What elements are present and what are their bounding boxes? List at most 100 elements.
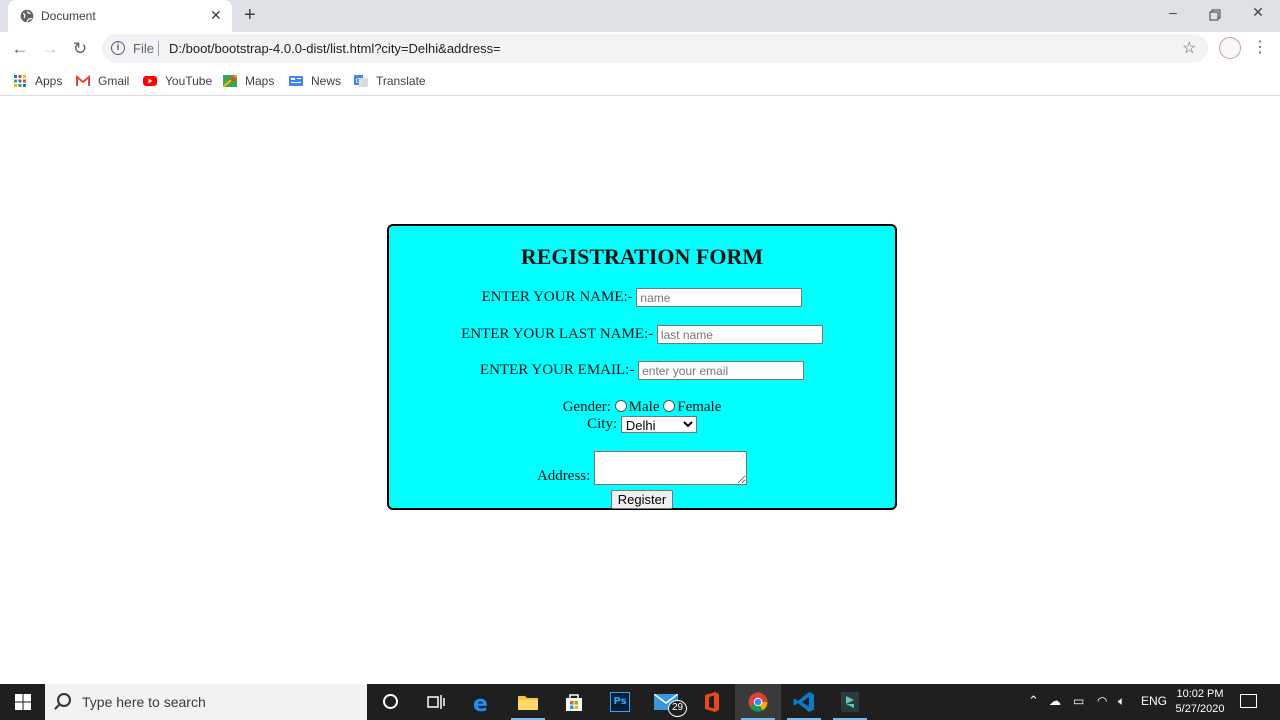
tab-close-icon[interactable]: ✕ bbox=[210, 7, 222, 24]
taskbar-mail[interactable]: 29 bbox=[643, 684, 689, 720]
female-radio[interactable] bbox=[663, 400, 676, 412]
name-label: ENTER YOUR NAME:- bbox=[481, 288, 633, 305]
lastname-row: ENTER YOUR LAST NAME:- bbox=[389, 325, 895, 344]
search-placeholder: Type here to search bbox=[82, 694, 206, 710]
city-row: City: Delhi bbox=[389, 416, 895, 434]
male-radio[interactable] bbox=[614, 400, 627, 412]
bookmark-label: News bbox=[311, 74, 342, 88]
translate-icon: G bbox=[354, 75, 368, 87]
tray-chevron-up-icon[interactable]: ⌃ bbox=[1028, 693, 1039, 709]
address-label: Address: bbox=[536, 468, 591, 484]
youtube-icon bbox=[143, 76, 157, 86]
task-view-icon bbox=[427, 695, 445, 709]
register-row: Register bbox=[389, 490, 895, 509]
restore-button[interactable] bbox=[1192, 4, 1238, 28]
bookmark-apps[interactable]: Apps bbox=[13, 71, 62, 91]
gmail-icon bbox=[76, 75, 90, 86]
email-input[interactable] bbox=[638, 361, 805, 380]
language-indicator[interactable]: ENG bbox=[1141, 694, 1167, 708]
taskbar-office[interactable] bbox=[689, 684, 735, 720]
filmora-icon bbox=[841, 692, 859, 712]
lastname-label: ENTER YOUR LAST NAME:- bbox=[461, 325, 654, 342]
address-row: Address: bbox=[389, 451, 895, 485]
bookmark-star-icon[interactable]: ☆ bbox=[1182, 38, 1196, 58]
registration-form: REGISTRATION FORM ENTER YOUR NAME:- ENTE… bbox=[387, 224, 897, 510]
lastname-input[interactable] bbox=[656, 325, 823, 344]
svg-text:G: G bbox=[356, 77, 361, 85]
forward-arrow-icon[interactable]: → bbox=[38, 38, 62, 60]
bookmarks-bar: Apps Gmail YouTube Maps News G Translate bbox=[0, 66, 1280, 96]
wifi-icon[interactable]: ◠ bbox=[1097, 694, 1107, 708]
restore-icon bbox=[1209, 9, 1221, 21]
tab-document[interactable]: Document ✕ bbox=[8, 0, 232, 32]
taskbar-chrome[interactable] bbox=[735, 684, 781, 720]
mail-badge: 29 bbox=[668, 700, 687, 717]
address-bar[interactable]: i File D:/boot/bootstrap-4.0.0-dist/list… bbox=[102, 34, 1208, 63]
omnibox-separator bbox=[158, 41, 159, 56]
volume-icon[interactable]: 🔈︎ bbox=[1118, 694, 1125, 709]
folder-icon bbox=[518, 696, 538, 710]
minimize-button[interactable]: – bbox=[1150, 4, 1196, 28]
city-label: City: bbox=[587, 416, 618, 432]
cortana-button[interactable] bbox=[367, 684, 413, 720]
taskbar-photoshop[interactable]: Ps bbox=[597, 684, 643, 720]
address-textarea[interactable] bbox=[594, 451, 748, 485]
scheme-label: File bbox=[133, 41, 154, 56]
bookmark-label: YouTube bbox=[165, 74, 213, 88]
cortana-circle-icon bbox=[383, 694, 398, 709]
tab-strip: Document ✕ + – ✕ bbox=[0, 0, 1280, 32]
info-icon[interactable]: i bbox=[111, 41, 125, 55]
bookmark-youtube[interactable]: YouTube bbox=[143, 71, 212, 91]
taskbar-store[interactable] bbox=[551, 684, 597, 720]
more-menu-icon[interactable]: ⋮ bbox=[1252, 37, 1268, 57]
male-label: Male bbox=[628, 399, 660, 415]
bookmark-label: Apps bbox=[35, 74, 63, 88]
form-title: REGISTRATION FORM bbox=[520, 244, 764, 269]
close-window-button[interactable]: ✕ bbox=[1235, 4, 1280, 28]
bookmark-maps[interactable]: Maps bbox=[223, 71, 274, 91]
bookmark-label: Gmail bbox=[98, 74, 130, 88]
register-button[interactable]: Register bbox=[610, 490, 674, 509]
windows-taskbar: Type here to search e Ps 29 ⌃ ☁ ▭ ◠ 🔈︎ E… bbox=[0, 684, 1280, 720]
female-label: Female bbox=[677, 399, 722, 415]
office-icon bbox=[705, 692, 719, 712]
taskbar-vscode[interactable] bbox=[781, 684, 827, 720]
store-bag-icon bbox=[566, 694, 582, 711]
apps-grid-icon bbox=[14, 75, 26, 87]
browser-toolbar: ← → ↻ i File D:/boot/bootstrap-4.0.0-dis… bbox=[0, 32, 1280, 66]
taskbar-clock[interactable]: 10:02 PM 5/27/2020 bbox=[1170, 687, 1230, 717]
tab-title: Document bbox=[41, 9, 96, 23]
clock-time: 10:02 PM bbox=[1176, 688, 1224, 700]
bookmark-label: Translate bbox=[376, 74, 426, 88]
page-content: REGISTRATION FORM ENTER YOUR NAME:- ENTE… bbox=[0, 97, 1280, 684]
taskbar-edge[interactable]: e bbox=[459, 684, 505, 720]
battery-icon[interactable]: ▭ bbox=[1073, 694, 1084, 708]
task-view-button[interactable] bbox=[413, 684, 459, 720]
maps-icon bbox=[223, 75, 237, 87]
bookmark-news[interactable]: News bbox=[289, 71, 341, 91]
onedrive-icon[interactable]: ☁ bbox=[1049, 694, 1061, 708]
reload-icon[interactable]: ↻ bbox=[68, 38, 92, 60]
new-tab-button[interactable]: + bbox=[244, 4, 256, 27]
taskbar-search-box[interactable]: Type here to search bbox=[45, 684, 367, 720]
extension-icon[interactable] bbox=[1219, 37, 1241, 59]
taskbar-sublime[interactable] bbox=[827, 684, 873, 720]
globe-icon bbox=[20, 9, 34, 23]
chrome-icon bbox=[748, 692, 768, 712]
gender-row: Gender: Male Female bbox=[389, 399, 895, 416]
clock-date: 5/27/2020 bbox=[1175, 703, 1225, 715]
bookmark-gmail[interactable]: Gmail bbox=[76, 71, 129, 91]
city-select[interactable]: Delhi bbox=[620, 416, 697, 434]
start-button[interactable] bbox=[0, 684, 45, 720]
email-row: ENTER YOUR EMAIL:- bbox=[389, 361, 895, 380]
windows-logo-icon bbox=[15, 694, 31, 710]
bookmark-label: Maps bbox=[245, 74, 275, 88]
action-center-icon[interactable] bbox=[1240, 694, 1257, 708]
name-input[interactable] bbox=[636, 288, 803, 307]
vscode-icon bbox=[793, 692, 814, 712]
taskbar-file-explorer[interactable] bbox=[505, 684, 551, 720]
back-arrow-icon[interactable]: ← bbox=[8, 38, 32, 60]
url-text[interactable]: D:/boot/bootstrap-4.0.0-dist/list.html?c… bbox=[169, 41, 501, 56]
bookmark-translate[interactable]: G Translate bbox=[354, 71, 426, 91]
search-icon bbox=[57, 693, 71, 707]
